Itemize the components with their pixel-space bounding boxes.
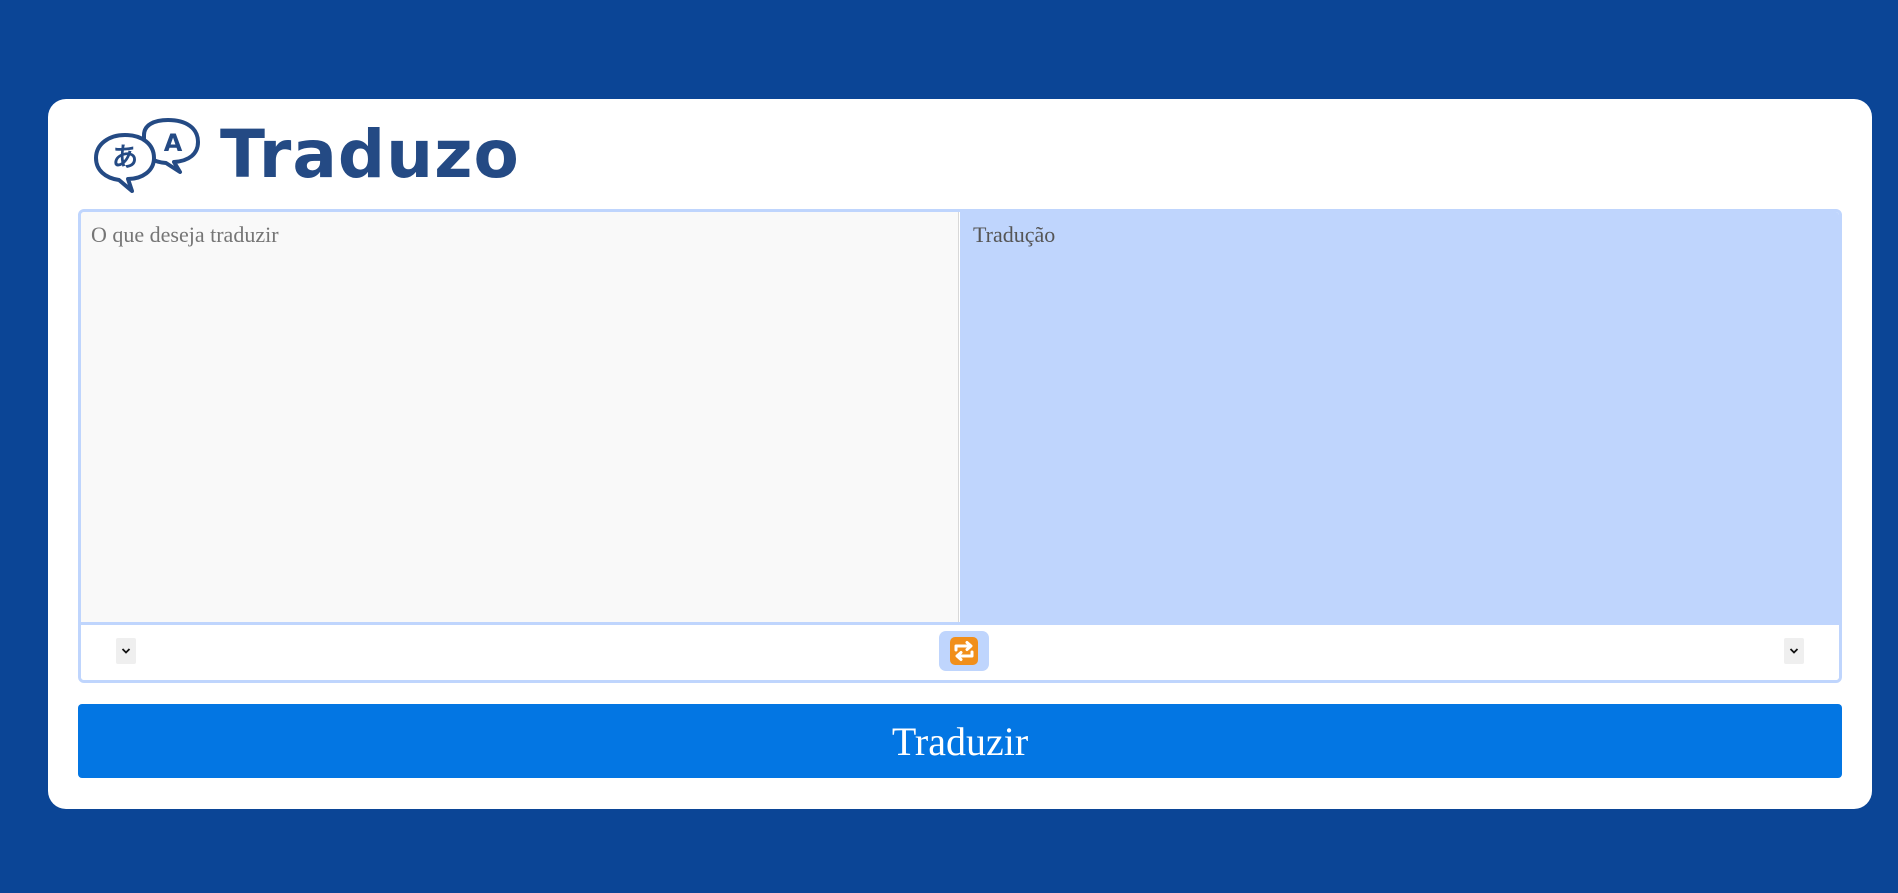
language-controls	[81, 622, 1839, 680]
logo-glyph-hiragana: あ	[112, 143, 138, 173]
chevron-down-icon	[1789, 648, 1799, 654]
source-text-input[interactable]	[81, 212, 959, 622]
repeat-arrows-icon	[950, 637, 978, 665]
translator-card: あ A Traduzo O que deseja traduzir Traduç…	[48, 99, 1872, 809]
source-language-select[interactable]	[116, 638, 136, 664]
target-language-select[interactable]	[1784, 638, 1804, 664]
logo-text: Traduzo	[220, 116, 520, 193]
logo-glyph-latin: A	[164, 129, 183, 157]
chevron-down-icon	[121, 648, 131, 654]
translation-output[interactable]	[960, 212, 1839, 622]
translate-button[interactable]: Traduzir	[78, 704, 1842, 778]
speech-bubbles-translate-icon: あ A	[94, 118, 200, 193]
translator-panel	[78, 209, 1842, 683]
swap-languages-button[interactable]	[939, 631, 989, 671]
logo: あ A Traduzo	[92, 115, 520, 195]
